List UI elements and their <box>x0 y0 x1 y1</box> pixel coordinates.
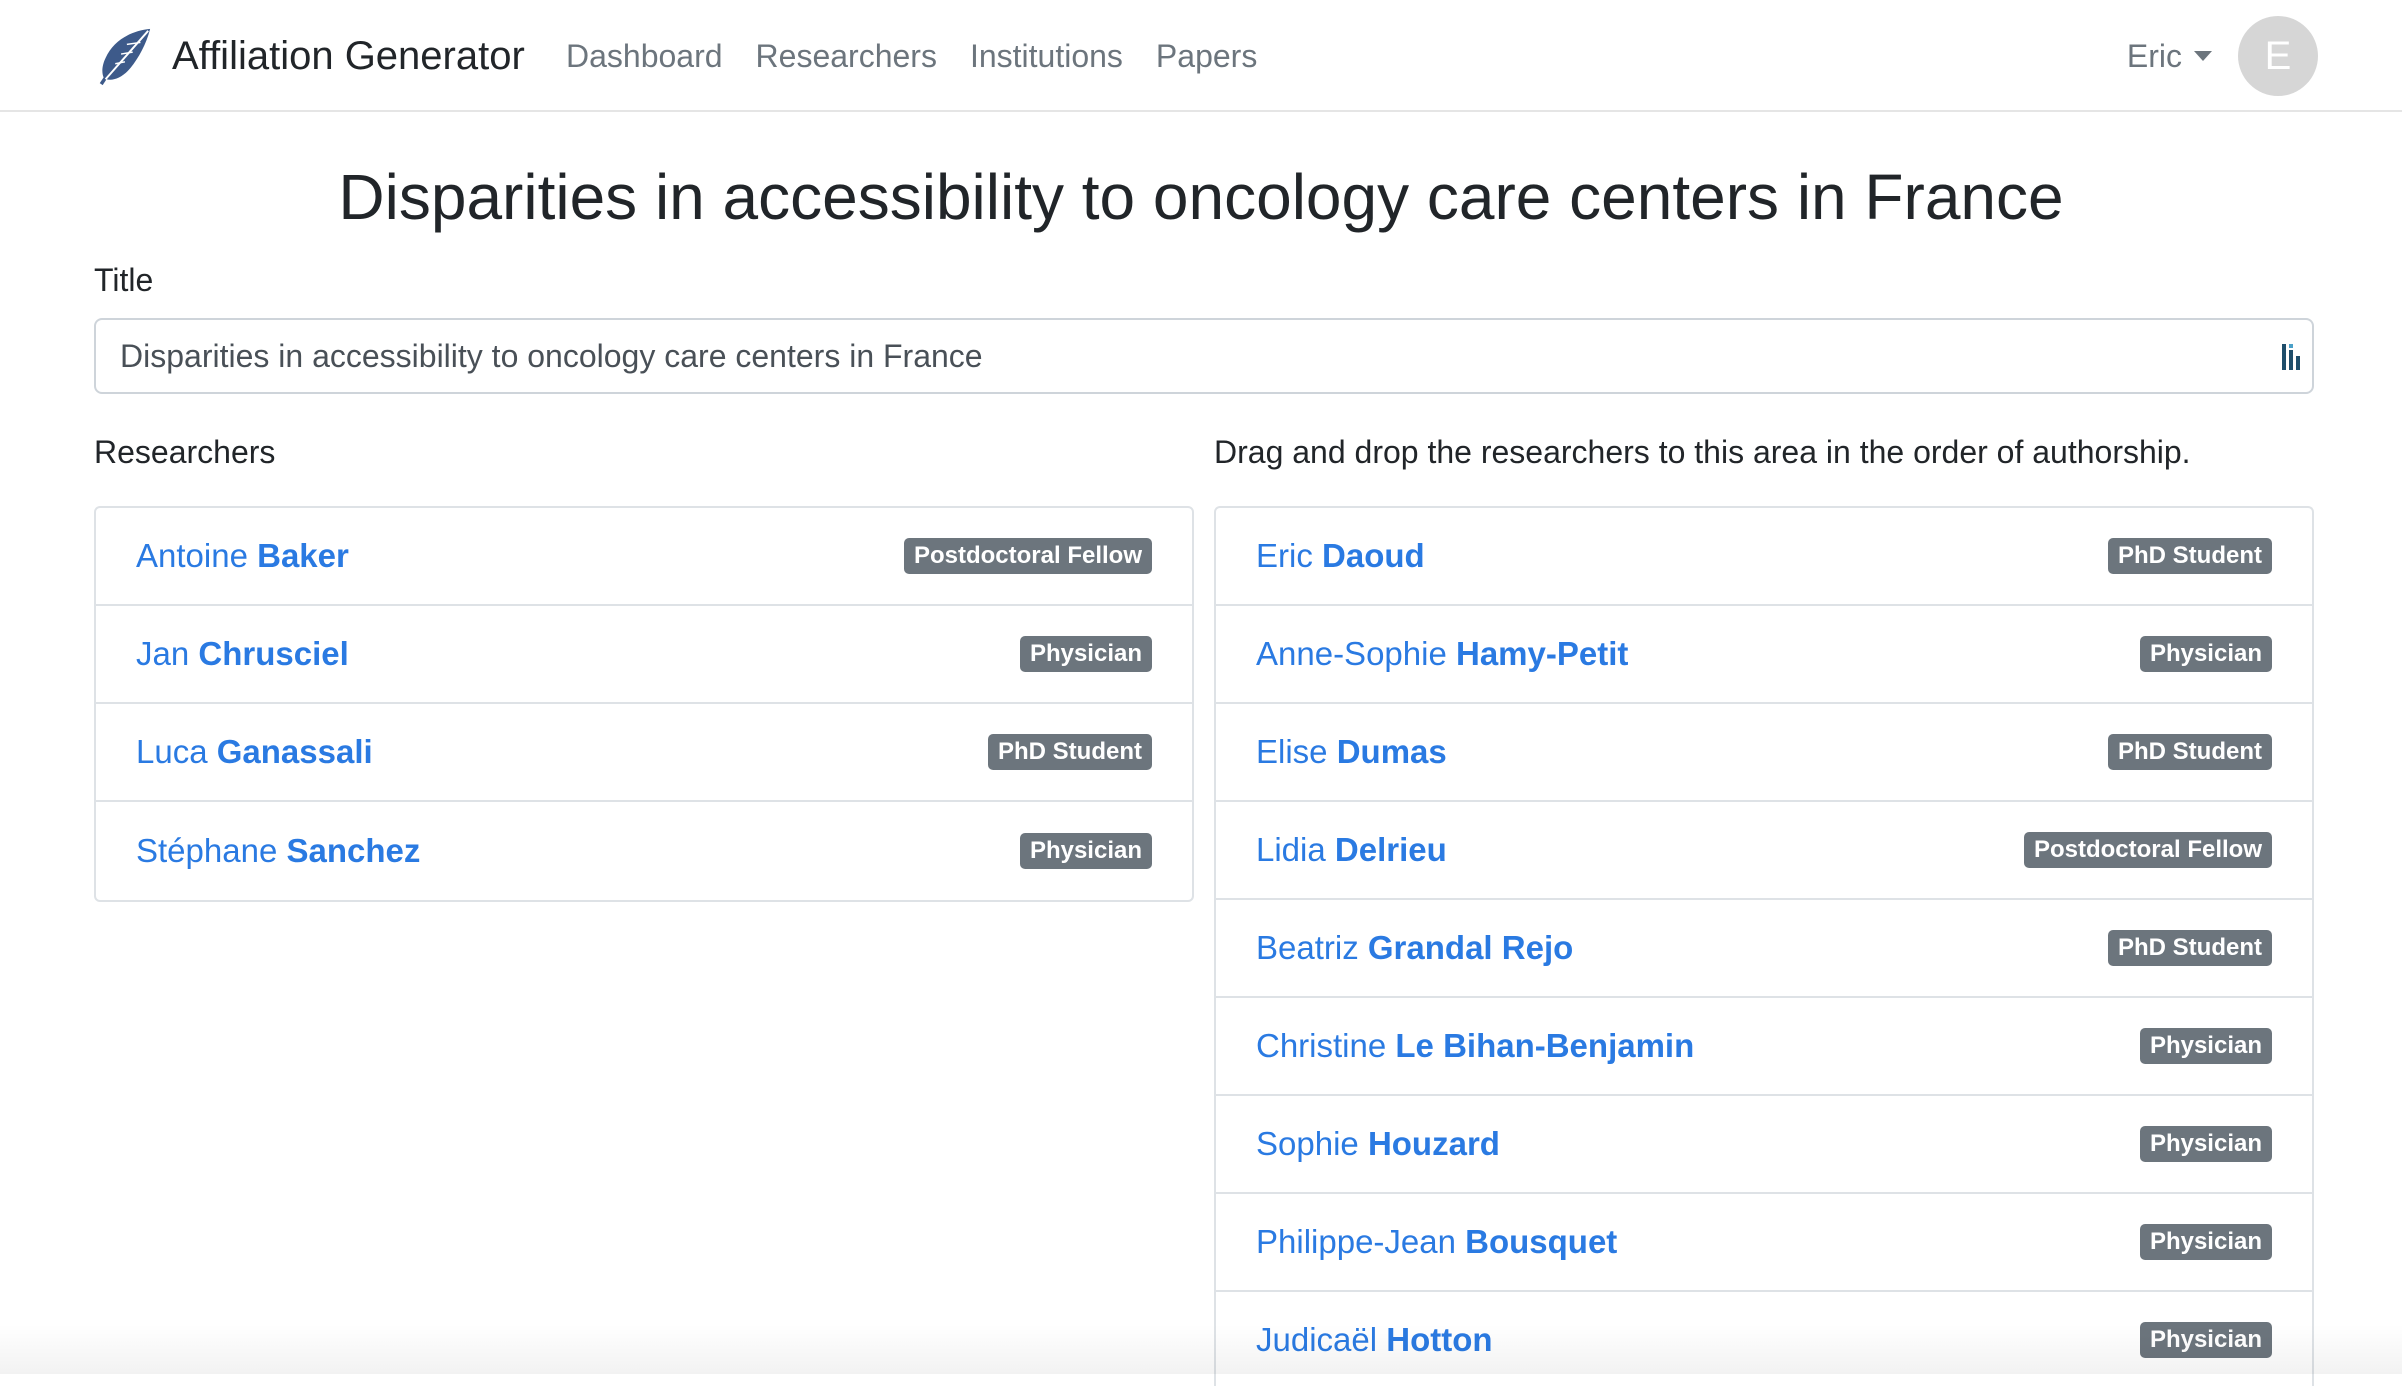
list-item[interactable]: Jan Chrusciel Physician <box>96 606 1192 704</box>
researcher-name[interactable]: Stéphane Sanchez <box>136 832 420 870</box>
first-name[interactable]: Philippe-Jean <box>1256 1223 1456 1260</box>
authorship-drop-area[interactable]: Eric Daoud PhD Student Anne-Sophie Hamy-… <box>1214 506 2314 1386</box>
researcher-name[interactable]: Luca Ganassali <box>136 733 373 771</box>
author-name[interactable]: Christine Le Bihan-Benjamin <box>1256 1027 1694 1065</box>
researchers-label: Researchers <box>94 434 276 470</box>
first-name[interactable]: Elise <box>1256 733 1328 770</box>
navbar: Affiliation Generator Dashboard Research… <box>0 0 2402 112</box>
role-badge: PhD Student <box>2108 734 2272 770</box>
first-name[interactable]: Christine <box>1256 1027 1386 1064</box>
role-badge: Physician <box>2139 1322 2272 1358</box>
last-name[interactable]: Chrusciel <box>198 635 348 672</box>
role-badge: Physician <box>1019 636 1152 672</box>
list-item[interactable]: Stéphane Sanchez Physician <box>96 802 1192 900</box>
brand[interactable]: Affiliation Generator <box>92 24 525 88</box>
password-manager-icon[interactable] <box>2280 342 2304 372</box>
nav-researchers[interactable]: Researchers <box>756 38 937 75</box>
user-name[interactable]: Eric <box>2127 38 2182 75</box>
user-menu[interactable]: Eric E <box>2127 14 2318 98</box>
role-badge: Physician <box>2139 636 2272 672</box>
first-name[interactable]: Antoine <box>136 537 248 574</box>
feather-icon <box>99 28 151 86</box>
author-name[interactable]: Philippe-Jean Bousquet <box>1256 1223 1617 1261</box>
title-input[interactable] <box>94 318 2314 394</box>
last-name[interactable]: Hotton <box>1386 1321 1492 1358</box>
nav-papers[interactable]: Papers <box>1156 38 1257 75</box>
title-label: Title <box>94 262 154 298</box>
author-name[interactable]: Sophie Houzard <box>1256 1125 1500 1163</box>
list-item[interactable]: Beatriz Grandal Rejo PhD Student <box>1216 900 2312 998</box>
first-name[interactable]: Jan <box>136 635 189 672</box>
list-item[interactable]: Eric Daoud PhD Student <box>1216 508 2312 606</box>
nav-dashboard[interactable]: Dashboard <box>566 38 723 75</box>
role-badge: PhD Student <box>2108 538 2272 574</box>
list-item[interactable]: Philippe-Jean Bousquet Physician <box>1216 1194 2312 1292</box>
first-name[interactable]: Stéphane <box>136 832 277 869</box>
page-title: Disparities in accessibility to oncology… <box>338 161 2064 233</box>
last-name[interactable]: Le Bihan-Benjamin <box>1395 1027 1694 1064</box>
list-item[interactable]: Anne-Sophie Hamy-Petit Physician <box>1216 606 2312 704</box>
avatar[interactable]: E <box>2238 16 2318 96</box>
last-name[interactable]: Ganassali <box>217 733 373 770</box>
nav-institutions[interactable]: Institutions <box>970 38 1123 75</box>
caret-down-icon[interactable] <box>2194 51 2212 61</box>
role-badge: PhD Student <box>2108 930 2272 966</box>
list-item[interactable]: Judicaël Hotton Physician <box>1216 1292 2312 1386</box>
first-name[interactable]: Lidia <box>1256 831 1326 868</box>
last-name[interactable]: Houzard <box>1368 1125 1500 1162</box>
role-badge: Physician <box>1019 833 1152 869</box>
list-item[interactable]: Luca Ganassali PhD Student <box>96 704 1192 802</box>
role-badge: Postdoctoral Fellow <box>903 538 1152 574</box>
first-name[interactable]: Anne-Sophie <box>1256 635 1447 672</box>
first-name[interactable]: Eric <box>1256 537 1313 574</box>
last-name[interactable]: Grandal Rejo <box>1368 929 1573 966</box>
list-item[interactable]: Antoine Baker Postdoctoral Fellow <box>96 508 1192 606</box>
first-name[interactable]: Judicaël <box>1256 1321 1377 1358</box>
author-name[interactable]: Anne-Sophie Hamy-Petit <box>1256 635 1628 673</box>
role-badge: Physician <box>2139 1028 2272 1064</box>
author-name[interactable]: Eric Daoud <box>1256 537 1425 575</box>
role-badge: Physician <box>2139 1126 2272 1162</box>
role-badge: Postdoctoral Fellow <box>2023 832 2272 868</box>
last-name[interactable]: Delrieu <box>1335 831 1447 868</box>
brand-name[interactable]: Affiliation Generator <box>172 34 525 79</box>
researchers-list[interactable]: Antoine Baker Postdoctoral Fellow Jan Ch… <box>94 506 1194 902</box>
first-name[interactable]: Luca <box>136 733 208 770</box>
last-name[interactable]: Hamy-Petit <box>1456 635 1628 672</box>
role-badge: PhD Student <box>988 734 1152 770</box>
author-name[interactable]: Lidia Delrieu <box>1256 831 1447 869</box>
last-name[interactable]: Baker <box>257 537 349 574</box>
last-name[interactable]: Sanchez <box>286 832 420 869</box>
first-name[interactable]: Sophie <box>1256 1125 1359 1162</box>
list-item[interactable]: Christine Le Bihan-Benjamin Physician <box>1216 998 2312 1096</box>
list-item[interactable]: Sophie Houzard Physician <box>1216 1096 2312 1194</box>
main-nav: Dashboard Researchers Institutions Paper… <box>566 30 1290 82</box>
author-name[interactable]: Beatriz Grandal Rejo <box>1256 929 1573 967</box>
author-name[interactable]: Elise Dumas <box>1256 733 1447 771</box>
last-name[interactable]: Dumas <box>1337 733 1447 770</box>
list-item[interactable]: Elise Dumas PhD Student <box>1216 704 2312 802</box>
last-name[interactable]: Bousquet <box>1465 1223 1617 1260</box>
author-name[interactable]: Judicaël Hotton <box>1256 1321 1493 1359</box>
researcher-name[interactable]: Jan Chrusciel <box>136 635 349 673</box>
last-name[interactable]: Daoud <box>1322 537 1425 574</box>
list-item[interactable]: Lidia Delrieu Postdoctoral Fellow <box>1216 802 2312 900</box>
researcher-name[interactable]: Antoine Baker <box>136 537 349 575</box>
first-name[interactable]: Beatriz <box>1256 929 1359 966</box>
drop-area-label: Drag and drop the researchers to this ar… <box>1214 434 2191 470</box>
role-badge: Physician <box>2139 1224 2272 1260</box>
